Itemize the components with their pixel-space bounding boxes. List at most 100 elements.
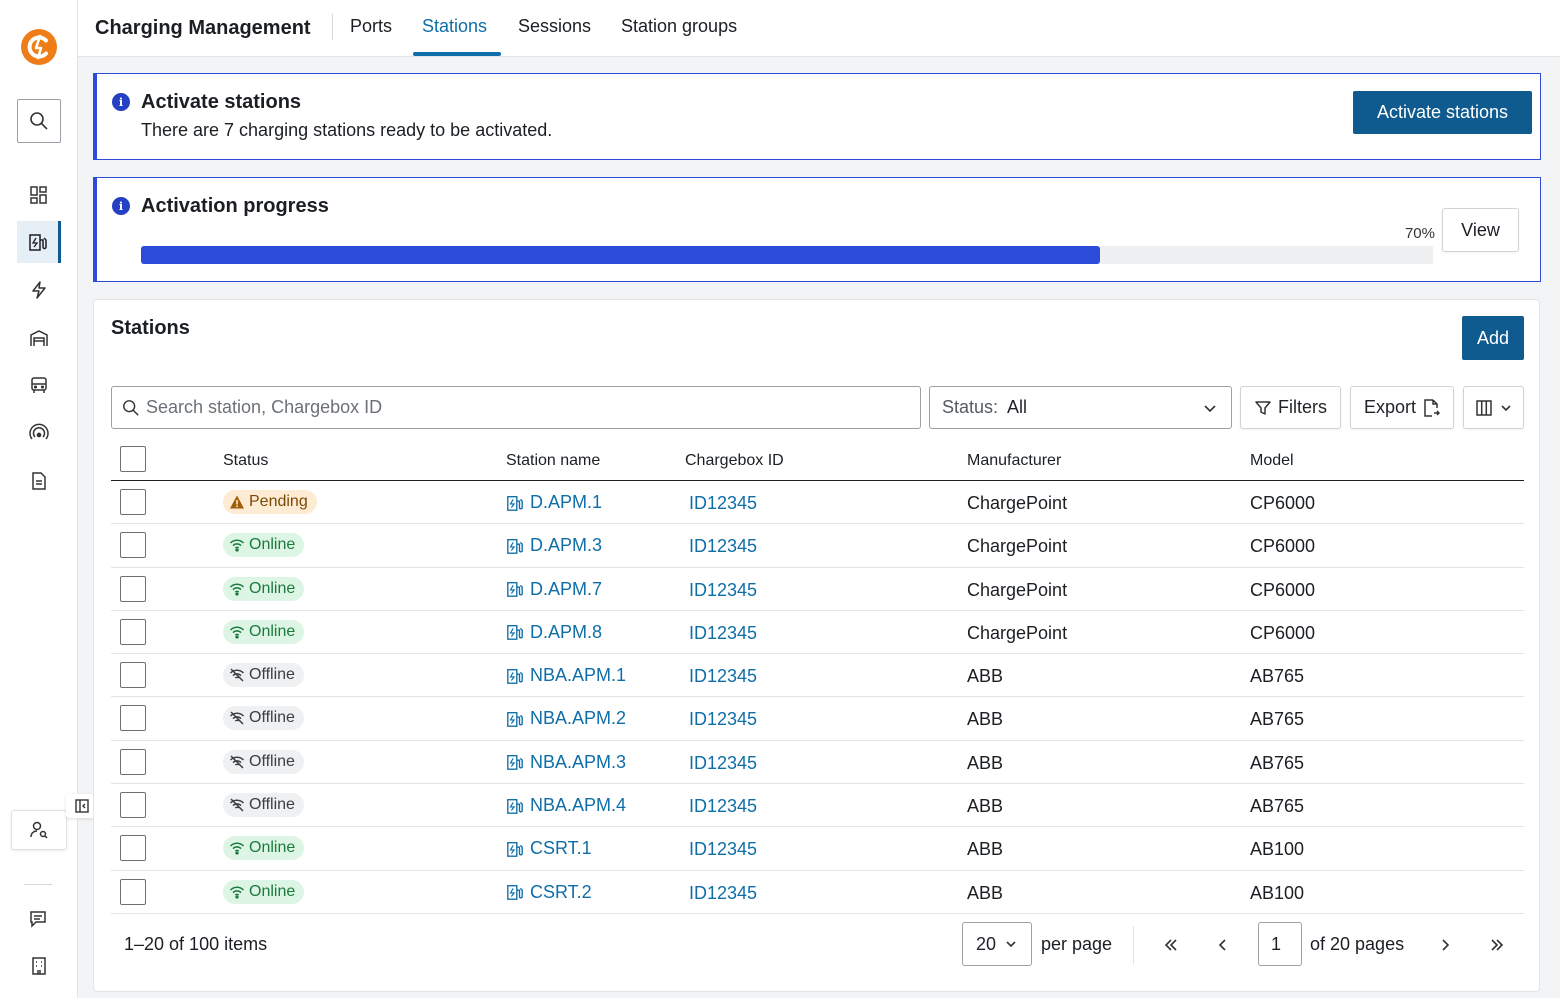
- table-row[interactable]: Online CSRT.1 ID12345 ABB AB100: [111, 827, 1524, 871]
- export-button[interactable]: Export: [1350, 386, 1454, 429]
- stations-title: Stations: [111, 317, 190, 339]
- sidebar-item-dashboard[interactable]: [17, 174, 61, 216]
- sidebar-item-feedback[interactable]: [17, 898, 61, 940]
- chargebox-id-link[interactable]: ID12345: [689, 623, 757, 644]
- chargebox-id-link[interactable]: ID12345: [689, 536, 757, 557]
- search-input[interactable]: [146, 397, 906, 418]
- table-row[interactable]: Online CSRT.2 ID12345 ABB AB100: [111, 871, 1524, 914]
- pagination-divider: [1133, 926, 1134, 964]
- table-row[interactable]: Offline NBA.APM.4 ID12345 ABB AB765: [111, 784, 1524, 828]
- status-badge-label: Online: [249, 579, 296, 597]
- table-row[interactable]: Offline NBA.APM.2 ID12345 ABB AB765: [111, 697, 1524, 741]
- table-row[interactable]: Offline NBA.APM.3 ID12345 ABB AB765: [111, 741, 1524, 785]
- chargebox-id-link[interactable]: ID12345: [689, 839, 757, 860]
- page-number-input[interactable]: 1: [1258, 922, 1302, 966]
- building-icon: [32, 957, 46, 975]
- chargebox-id-link[interactable]: ID12345: [689, 493, 757, 514]
- table-row[interactable]: Online D.APM.3 ID12345 ChargePoint CP6000: [111, 524, 1524, 568]
- progress-track: [141, 246, 1433, 264]
- first-page-button[interactable]: [1156, 930, 1186, 960]
- activate-stations-button[interactable]: Activate stations: [1353, 91, 1532, 134]
- column-header-chargebox-id[interactable]: Chargebox ID: [685, 452, 784, 470]
- station-name-link[interactable]: CSRT.1: [506, 838, 592, 859]
- total-pages-label: of 20 pages: [1310, 934, 1405, 954]
- chargebox-id-link[interactable]: ID12345: [689, 796, 757, 817]
- next-page-button[interactable]: [1430, 930, 1460, 960]
- tab-station-groups[interactable]: Station groups: [621, 16, 737, 57]
- station-name-link[interactable]: NBA.APM.1: [506, 665, 626, 686]
- view-progress-button[interactable]: View: [1442, 208, 1519, 252]
- chevron-double-right-icon: [1491, 939, 1504, 951]
- manufacturer-cell: ABB: [967, 709, 1004, 730]
- status-badge-label: Pending: [249, 493, 308, 510]
- last-page-button[interactable]: [1482, 930, 1512, 960]
- row-checkbox[interactable]: [120, 618, 146, 645]
- charging-station-icon: [507, 755, 523, 771]
- table-row[interactable]: Online D.APM.7 ID12345 ChargePoint CP6000: [111, 568, 1524, 611]
- tab-ports[interactable]: Ports: [350, 16, 392, 57]
- select-all-checkbox[interactable]: [120, 446, 146, 472]
- add-station-button[interactable]: Add: [1462, 316, 1524, 360]
- progress-percent: 70%: [1404, 225, 1435, 242]
- row-checkbox[interactable]: [120, 792, 146, 819]
- chargebox-id-link[interactable]: ID12345: [689, 580, 757, 601]
- sidebar-item-stations[interactable]: [17, 221, 61, 263]
- tab-stations[interactable]: Stations: [422, 16, 487, 57]
- row-checkbox[interactable]: [120, 575, 146, 602]
- chevron-down-icon: [1006, 941, 1016, 948]
- columns-menu-button[interactable]: [1463, 386, 1524, 429]
- row-checkbox[interactable]: [120, 489, 146, 515]
- station-name-link[interactable]: D.APM.1: [506, 492, 602, 513]
- column-header-station-name[interactable]: Station name: [506, 452, 600, 470]
- station-name-link[interactable]: D.APM.7: [506, 579, 602, 600]
- chargebox-id-link[interactable]: ID12345: [689, 709, 757, 730]
- chargebox-id-link[interactable]: ID12345: [689, 883, 757, 904]
- station-name-link[interactable]: NBA.APM.3: [506, 752, 626, 773]
- column-header-model[interactable]: Model: [1250, 452, 1294, 470]
- per-page-select[interactable]: 20: [962, 922, 1032, 966]
- status-badge: Online: [223, 619, 305, 644]
- document-icon: [32, 472, 46, 490]
- column-header-status[interactable]: Status: [223, 452, 268, 470]
- station-name-link[interactable]: D.APM.3: [506, 535, 602, 556]
- sidebar-item-connectivity[interactable]: [17, 412, 61, 454]
- table-row[interactable]: Online D.APM.8 ID12345 ChargePoint CP6000: [111, 611, 1524, 655]
- filters-button[interactable]: Filters: [1240, 386, 1341, 429]
- station-name-link[interactable]: D.APM.8: [506, 622, 602, 643]
- row-checkbox[interactable]: [120, 748, 146, 775]
- row-checkbox[interactable]: [120, 705, 146, 732]
- sidebar-search-button[interactable]: [17, 99, 61, 143]
- search-field: [111, 386, 921, 429]
- column-header-manufacturer[interactable]: Manufacturer: [967, 452, 1061, 470]
- depot-icon: [30, 330, 48, 346]
- sidebar-item-organization[interactable]: [17, 945, 61, 987]
- tab-sessions[interactable]: Sessions: [518, 16, 591, 57]
- sidebar-user-button[interactable]: [11, 810, 67, 850]
- row-checkbox[interactable]: [120, 878, 146, 905]
- model-cell: AB100: [1250, 882, 1305, 903]
- sidebar-item-reports[interactable]: [17, 460, 61, 502]
- station-name-link[interactable]: CSRT.2: [506, 882, 592, 903]
- previous-page-button[interactable]: [1208, 930, 1238, 960]
- status-filter-select[interactable]: Status: All: [929, 386, 1232, 429]
- table-row[interactable]: Offline NBA.APM.1 ID12345 ABB AB765: [111, 654, 1524, 698]
- sidebar-item-energy[interactable]: [17, 269, 61, 311]
- row-checkbox[interactable]: [120, 835, 146, 862]
- status-badge: Pending: [223, 490, 317, 514]
- wifi-off-icon: [229, 798, 245, 812]
- brand-logo-icon[interactable]: [20, 28, 58, 66]
- table-row[interactable]: Pending D.APM.1 ID12345 ChargePoint CP6000: [111, 481, 1524, 525]
- sidebar-item-depots[interactable]: [17, 317, 61, 359]
- chargebox-id-link[interactable]: ID12345: [689, 666, 757, 687]
- chargebox-id-link[interactable]: ID12345: [689, 753, 757, 774]
- activation-progress-notice: i Activation progress 70% View: [93, 177, 1541, 282]
- table-header: Status Station name Chargebox ID Manufac…: [111, 440, 1524, 481]
- row-checkbox[interactable]: [120, 662, 146, 689]
- station-name-link[interactable]: NBA.APM.4: [506, 795, 626, 816]
- sidebar-item-vehicles[interactable]: [17, 364, 61, 406]
- status-badge: Online: [223, 879, 305, 904]
- row-checkbox[interactable]: [120, 532, 146, 559]
- charging-station-icon: [507, 798, 523, 814]
- station-name-link[interactable]: NBA.APM.2: [506, 708, 626, 729]
- manufacturer-cell: ChargePoint: [967, 622, 1068, 643]
